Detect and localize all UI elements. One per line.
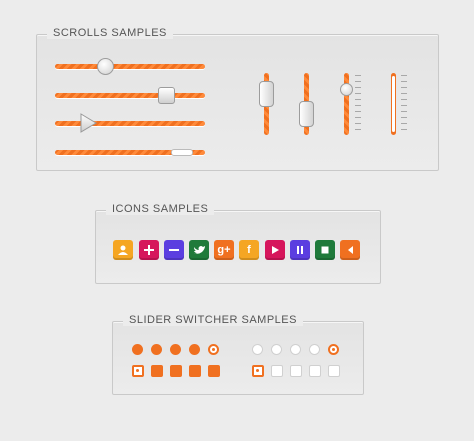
plus-icon[interactable]	[139, 240, 159, 260]
switcher-dot[interactable]	[309, 344, 320, 355]
google-plus-icon[interactable]: g+	[214, 240, 234, 260]
switcher-dot-active[interactable]	[208, 344, 219, 355]
facebook-icon[interactable]: f	[239, 240, 259, 260]
slider-knob[interactable]	[97, 58, 114, 75]
vertical-slider-2[interactable]	[299, 73, 314, 135]
slider-3-scale	[355, 75, 361, 133]
icons-panel-title: ICONS SAMPLES	[106, 203, 215, 215]
switcher-square[interactable]	[328, 365, 340, 377]
slider-knob[interactable]	[299, 101, 314, 127]
scrolls-panel-title: SCROLLS SAMPLES	[47, 27, 173, 39]
slider-fill	[392, 76, 395, 132]
vertical-slider-1[interactable]	[259, 73, 274, 135]
switcher-square[interactable]	[151, 365, 163, 377]
minus-icon[interactable]	[164, 240, 184, 260]
slider-4-scale	[401, 75, 407, 133]
scrolls-panel: SCROLLS SAMPLES	[36, 27, 439, 171]
volume-icon[interactable]	[340, 240, 360, 260]
switcher-dot[interactable]	[170, 344, 181, 355]
switcher-dot[interactable]	[132, 344, 143, 355]
switcher-square-active[interactable]	[132, 365, 144, 377]
switcher-square[interactable]	[309, 365, 321, 377]
horizontal-slider-4[interactable]	[55, 149, 205, 156]
switcher-dot[interactable]	[290, 344, 301, 355]
slider-knob[interactable]	[171, 149, 193, 156]
play-icon[interactable]	[265, 240, 285, 260]
switcher-square[interactable]	[208, 365, 220, 377]
switcher-square-active[interactable]	[252, 365, 264, 377]
horizontal-slider-3[interactable]	[55, 113, 205, 133]
switcher-square[interactable]	[170, 365, 182, 377]
horizontal-slider-2[interactable]	[55, 87, 205, 104]
slider-knob[interactable]	[340, 83, 353, 96]
pause-icon[interactable]	[290, 240, 310, 260]
switcher-dot[interactable]	[189, 344, 200, 355]
horizontal-slider-1[interactable]	[55, 58, 205, 75]
switcher-dot[interactable]	[151, 344, 162, 355]
switcher-square[interactable]	[189, 365, 201, 377]
slider-switcher-panel: SLIDER SWITCHER SAMPLES	[112, 314, 364, 395]
switcher-square[interactable]	[271, 365, 283, 377]
slider-switcher-panel-title: SLIDER SWITCHER SAMPLES	[123, 314, 303, 326]
switcher-square[interactable]	[290, 365, 302, 377]
vertical-slider-4[interactable]	[391, 73, 396, 135]
twitter-icon[interactable]	[189, 240, 209, 260]
switcher-dot[interactable]	[271, 344, 282, 355]
slider-knob[interactable]	[158, 87, 175, 104]
switcher-dot[interactable]	[252, 344, 263, 355]
play-triangle-knob[interactable]	[79, 113, 97, 133]
slider-knob[interactable]	[259, 81, 274, 107]
stop-icon[interactable]	[315, 240, 335, 260]
vertical-slider-3[interactable]	[340, 73, 353, 135]
icons-panel: ICONS SAMPLES g+ f	[95, 203, 381, 284]
user-icon[interactable]	[113, 240, 133, 260]
switcher-dot-active[interactable]	[328, 344, 339, 355]
